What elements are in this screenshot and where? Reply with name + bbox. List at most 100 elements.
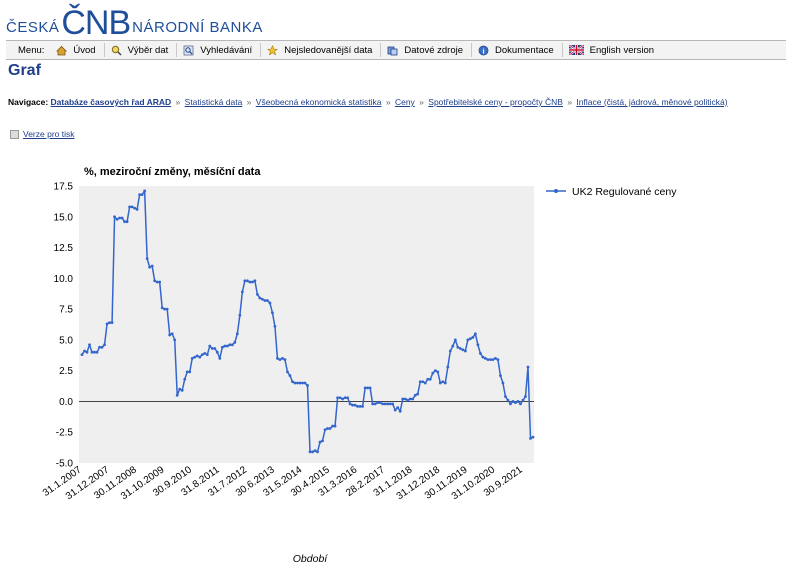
data-point: [83, 349, 86, 353]
data-point: [489, 358, 492, 361]
menu-item-datove-zdroje[interactable]: Datové zdroje: [380, 43, 471, 57]
menu-item-nejsledovanejsi[interactable]: Nejsledovanější data: [260, 43, 380, 57]
data-point: [88, 343, 91, 347]
data-point: [150, 264, 154, 268]
line-chart: %, meziroční změny, měsíční data 17.5 15.…: [41, 166, 677, 565]
x-axis: 31.1.200731.12.200730.11.200831.10.20093…: [41, 464, 525, 502]
data-point: [481, 355, 485, 359]
breadcrumb-item-vseobecna-statistika[interactable]: Všeobecná ekonomická statistika: [256, 97, 382, 107]
data-point: [238, 313, 242, 317]
data-point: [366, 386, 370, 390]
menu-item-label: Vyhledávání: [200, 44, 253, 56]
data-point: [123, 220, 126, 224]
data-point: [220, 345, 224, 349]
breadcrumb-item-ceny[interactable]: Ceny: [395, 97, 415, 107]
data-point: [200, 353, 204, 357]
data-point: [168, 333, 172, 337]
breadcrumb-label: Navigace:: [8, 97, 49, 107]
plot-area: [79, 186, 534, 463]
data-point: [413, 393, 417, 397]
data-point: [198, 355, 202, 359]
data-point: [170, 332, 174, 336]
data-point: [210, 347, 214, 350]
data-point: [506, 398, 510, 402]
header: ČESKÁ ČNB NÁRODNÍ BANKA: [0, 0, 787, 40]
data-point: [203, 352, 207, 355]
data-point: [531, 435, 535, 439]
data-point: [368, 386, 372, 390]
data-point: [526, 365, 530, 369]
data-point: [466, 338, 470, 342]
menu-item-vyber-dat[interactable]: Výběr dat: [103, 43, 177, 57]
data-point: [276, 356, 279, 360]
data-point: [258, 296, 262, 300]
data-point: [519, 402, 522, 406]
breadcrumb-item-spotrebitelske-ceny[interactable]: Spotřebitelské ceny - propočty ČNB: [428, 97, 563, 107]
svg-text:i: i: [482, 46, 484, 55]
data-point: [85, 350, 89, 354]
legend: UK2 Regulované ceny: [546, 186, 677, 198]
menu-item-label: Úvod: [73, 44, 96, 56]
data-point: [378, 401, 382, 405]
data-point: [173, 338, 177, 342]
star-icon: [267, 44, 279, 56]
data-point: [128, 205, 132, 209]
data-point: [511, 400, 515, 403]
data-point: [93, 350, 96, 354]
breadcrumb-item-arad[interactable]: Databáze časových řad ARAD: [51, 97, 172, 107]
data-point: [348, 402, 352, 406]
y-tick-label: -5.0: [56, 459, 74, 470]
data-point: [468, 337, 472, 341]
data-point: [338, 396, 342, 400]
data-point: [225, 344, 229, 348]
data-point: [521, 398, 525, 402]
data-point: [108, 321, 111, 325]
data-point: [283, 358, 287, 361]
data-point: [250, 280, 254, 284]
data-point: [483, 356, 487, 360]
search-icon: [183, 45, 194, 56]
data-point: [255, 292, 259, 296]
data-point: [443, 381, 447, 385]
data-point: [456, 345, 460, 349]
x-axis-title: Období: [293, 553, 329, 565]
data-point: [95, 350, 99, 354]
breadcrumb-separator: »: [246, 97, 252, 107]
cnb-logo[interactable]: ČESKÁ ČNB NÁRODNÍ BANKA: [6, 2, 263, 40]
printer-icon: [10, 129, 19, 139]
menu-item-label: Datové zdroje: [404, 44, 464, 56]
data-point: [281, 356, 284, 360]
data-point: [115, 217, 119, 221]
breadcrumb-item-statisticka-data[interactable]: Statistická data: [185, 97, 243, 107]
data-point: [215, 350, 219, 354]
data-point: [155, 280, 159, 284]
menu-item-uvod[interactable]: Úvod: [50, 43, 103, 57]
data-point: [240, 290, 244, 294]
data-point: [333, 424, 337, 428]
data-point: [514, 401, 517, 405]
data-point: [253, 279, 257, 283]
legend-marker: [554, 189, 558, 193]
data-point: [208, 344, 212, 348]
data-point: [205, 353, 209, 357]
data-point: [313, 449, 317, 453]
data-point: [396, 406, 400, 409]
data-point: [288, 374, 292, 377]
data-point: [120, 216, 124, 220]
y-tick-label: 17.5: [54, 182, 74, 193]
data-point: [303, 381, 307, 385]
data-point: [138, 193, 142, 197]
data-point: [398, 409, 402, 413]
menu-item-dokumentace[interactable]: i Dokumentace: [471, 43, 562, 57]
data-point: [110, 321, 114, 325]
print-version-link[interactable]: Verze pro tisk: [23, 129, 75, 139]
menu-item-label: Dokumentace: [495, 44, 554, 56]
breadcrumb-item-inflace[interactable]: Inflace (čistá, jádrová, měnové politick…: [576, 97, 727, 107]
chart-title: %, meziroční změny, měsíční data: [84, 166, 261, 178]
data-point: [268, 301, 272, 305]
menu-item-english[interactable]: English version: [561, 43, 662, 57]
menu-item-vyhledavani[interactable]: Vyhledávání: [176, 43, 260, 57]
data-point: [376, 401, 380, 405]
data-point: [266, 299, 269, 302]
data-point: [373, 402, 377, 406]
